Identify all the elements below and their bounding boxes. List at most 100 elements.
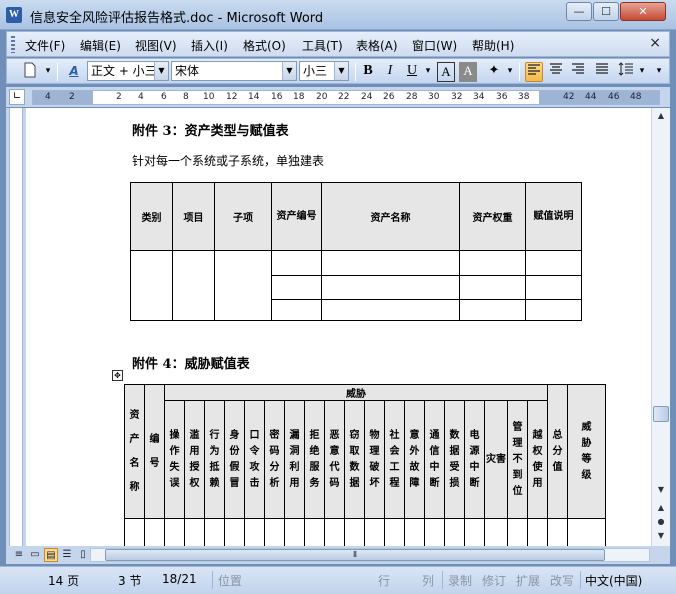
vertical-scroll-thumb[interactable] — [653, 406, 669, 422]
maximize-button[interactable]: ☐ — [593, 2, 619, 21]
table-cell[interactable] — [464, 518, 485, 546]
chevron-down-icon[interactable]: ▼ — [154, 62, 168, 80]
table-cell[interactable] — [364, 518, 385, 546]
menu-edit[interactable]: 编辑(E) — [80, 37, 121, 54]
table-cell[interactable] — [525, 274, 582, 301]
table-cell[interactable] — [244, 518, 265, 546]
underline-button[interactable]: U — [403, 62, 421, 82]
table-cell[interactable] — [507, 518, 528, 546]
horizontal-scrollbar[interactable]: ⦀ — [90, 548, 650, 562]
vertical-ruler[interactable] — [6, 108, 26, 546]
chevron-down-icon[interactable]: ▼ — [282, 62, 296, 80]
menu-window[interactable]: 窗口(W) — [412, 37, 457, 54]
tab-stop-selector-icon[interactable]: ∟ — [9, 89, 25, 105]
table-cell[interactable] — [424, 518, 445, 546]
menu-help[interactable]: 帮助(H) — [472, 37, 514, 54]
new-document-icon[interactable] — [21, 62, 39, 82]
toolbar-overflow-chevron-icon[interactable]: ▾ — [653, 62, 665, 82]
menu-grip-handle[interactable] — [11, 36, 15, 53]
menu-file[interactable]: 文件(F) — [25, 37, 65, 54]
table-cell[interactable] — [304, 518, 325, 546]
scroll-down-icon[interactable]: ▼ — [653, 482, 669, 498]
table-cell[interactable] — [284, 518, 305, 546]
table-cell[interactable] — [527, 518, 548, 546]
table-cell[interactable] — [344, 518, 365, 546]
close-button[interactable]: ✕ — [620, 2, 666, 21]
chevron-down-icon[interactable]: ▼ — [334, 62, 348, 80]
line-spacing-icon[interactable] — [617, 62, 635, 82]
character-border-button[interactable]: A — [437, 62, 455, 82]
vertical-scrollbar[interactable]: ▲ ▼ ▲ ● ▼ — [651, 108, 670, 546]
status-overtype[interactable]: 改写 — [550, 572, 574, 589]
align-left-button[interactable] — [525, 62, 543, 82]
table-cell[interactable] — [321, 274, 460, 301]
italic-button[interactable]: I — [381, 62, 399, 82]
table-cell[interactable] — [271, 299, 322, 321]
table-cell[interactable] — [144, 518, 165, 546]
style-combobox[interactable]: 正文 + 小三 ▼ — [87, 61, 169, 81]
next-page-icon[interactable]: ▼ — [653, 528, 669, 544]
table-cell[interactable] — [324, 518, 345, 546]
table-cell[interactable] — [484, 518, 508, 546]
print-layout-view-icon[interactable]: ▤ — [44, 548, 58, 562]
line-spacing-chevron-icon[interactable]: ▾ — [637, 62, 647, 82]
character-shading-button[interactable]: A — [459, 62, 477, 82]
justify-button[interactable] — [593, 62, 611, 82]
threat-table[interactable]: 资产名称 编号 威胁 总分值 威胁等级 操作失误 滥用授权 行为抵赖 身份假冒 … — [124, 384, 606, 546]
minimize-button[interactable]: — — [566, 2, 592, 21]
table-move-handle-icon[interactable]: ✥ — [112, 370, 123, 381]
menu-insert[interactable]: 插入(I) — [191, 37, 228, 54]
align-right-button[interactable] — [569, 62, 587, 82]
table-cell[interactable] — [567, 518, 606, 546]
scroll-up-icon[interactable]: ▲ — [653, 108, 669, 124]
table-cell[interactable] — [124, 518, 145, 546]
toolbar-options-chevron-icon[interactable]: ▾ — [43, 62, 53, 82]
status-extend[interactable]: 扩展 — [516, 572, 540, 589]
web-view-icon[interactable]: ▭ — [28, 548, 42, 562]
word-app-icon[interactable]: W — [6, 7, 22, 23]
horizontal-ruler[interactable]: 4 2 2 4 6 8 10 12 14 16 18 20 22 24 26 2… — [32, 90, 660, 105]
outline-view-icon[interactable]: ☰ — [60, 548, 74, 562]
table-cell[interactable] — [184, 518, 205, 546]
document-page[interactable]: 附件 3：资产类型与赋值表 针对每一个系统或子系统，单独建表 类别 项目 子项 … — [26, 108, 651, 546]
table-cell[interactable] — [459, 274, 526, 301]
normal-view-icon[interactable]: ≡ — [12, 548, 26, 562]
table-cell[interactable] — [444, 518, 465, 546]
table-cell[interactable] — [271, 274, 322, 301]
menu-view[interactable]: 视图(V) — [135, 37, 177, 54]
table-cell[interactable] — [404, 518, 425, 546]
menu-tools[interactable]: 工具(T) — [302, 37, 343, 54]
table-cell[interactable] — [547, 518, 568, 546]
menu-table[interactable]: 表格(A) — [356, 37, 398, 54]
align-center-button[interactable] — [547, 62, 565, 82]
font-size-combobox[interactable]: 小三 ▼ — [299, 61, 349, 81]
status-track-changes[interactable]: 修订 — [482, 572, 506, 589]
table-cell[interactable] — [172, 250, 215, 321]
table-cell[interactable] — [384, 518, 405, 546]
table-cell[interactable] — [321, 250, 460, 276]
highlight-sparkle-icon[interactable]: ✦ — [485, 62, 503, 82]
table-cell[interactable] — [271, 250, 322, 276]
table-cell[interactable] — [525, 299, 582, 321]
status-language[interactable]: 中文(中国) — [585, 572, 642, 589]
highlight-chevron-icon[interactable]: ▾ — [505, 62, 515, 82]
table-cell[interactable] — [164, 518, 185, 546]
bold-button[interactable]: B — [359, 62, 377, 82]
font-combobox[interactable]: 宋体 ▼ — [171, 61, 297, 81]
table-cell[interactable] — [321, 299, 460, 321]
table-cell[interactable] — [459, 250, 526, 276]
table-cell[interactable] — [525, 250, 582, 276]
styles-formatting-icon[interactable]: A — [65, 62, 83, 82]
table-cell[interactable] — [214, 250, 272, 321]
table-cell[interactable] — [459, 299, 526, 321]
underline-chevron-icon[interactable]: ▾ — [423, 62, 433, 82]
menu-format[interactable]: 格式(O) — [243, 37, 286, 54]
status-record[interactable]: 录制 — [448, 572, 472, 589]
table-cell[interactable] — [224, 518, 245, 546]
close-document-icon[interactable]: × — [649, 35, 661, 51]
reading-view-icon[interactable]: ▯ — [76, 548, 90, 562]
asset-table[interactable]: 类别 项目 子项 资产编号 资产名称 资产权重 赋值说明 — [130, 182, 582, 321]
table-cell[interactable] — [204, 518, 225, 546]
horizontal-scroll-thumb[interactable]: ⦀ — [105, 549, 605, 561]
table-cell[interactable] — [264, 518, 285, 546]
